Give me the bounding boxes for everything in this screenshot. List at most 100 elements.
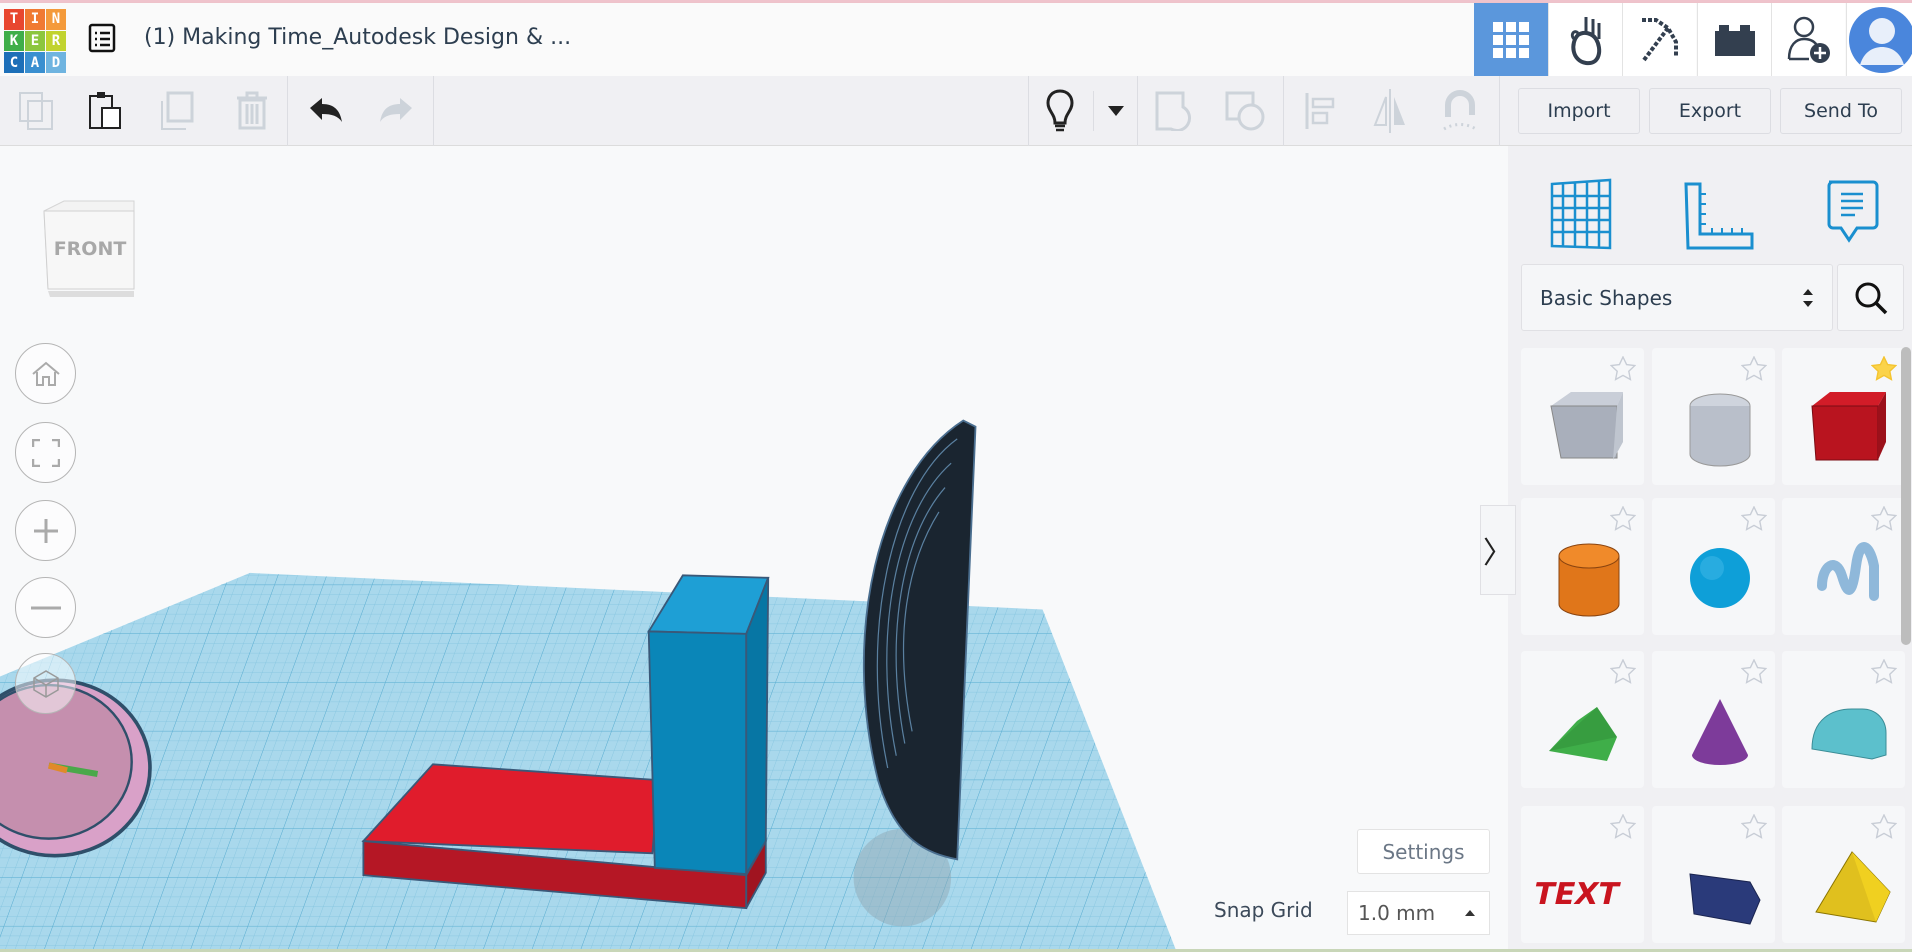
shape-card-box-hole[interactable] bbox=[1521, 348, 1644, 485]
polygon-shape-icon bbox=[1689, 873, 1761, 925]
paste-button[interactable] bbox=[76, 76, 136, 146]
nav-lego[interactable] bbox=[1697, 3, 1771, 76]
grid-icon bbox=[1493, 21, 1529, 58]
fit-view-button[interactable] bbox=[15, 422, 76, 483]
divider bbox=[287, 76, 288, 146]
ruler-button[interactable] bbox=[1676, 170, 1756, 250]
import-button[interactable]: Import bbox=[1518, 88, 1640, 134]
logo-letter: C bbox=[4, 52, 24, 73]
scribble-shape-icon bbox=[1817, 542, 1879, 601]
design-list-icon[interactable] bbox=[88, 23, 116, 53]
settings-button[interactable]: Settings bbox=[1357, 829, 1490, 874]
cylinder-shape-icon bbox=[1558, 543, 1620, 617]
fit-icon bbox=[31, 438, 60, 467]
notes-icon bbox=[1827, 180, 1879, 243]
divider bbox=[1499, 76, 1500, 146]
shape-card-roof[interactable] bbox=[1521, 651, 1644, 788]
workplane-button[interactable] bbox=[1536, 170, 1616, 250]
file-toolbar: Import Export Send To bbox=[1508, 76, 1912, 146]
cylinder-hole-shape-icon bbox=[1689, 393, 1751, 467]
cube-icon bbox=[32, 669, 59, 698]
divider bbox=[1093, 91, 1094, 131]
pickaxe-icon bbox=[1641, 17, 1678, 61]
roof-shape-icon bbox=[1549, 707, 1617, 761]
shape-card-box[interactable] bbox=[1782, 348, 1905, 485]
panel-scrollbar[interactable] bbox=[1901, 347, 1911, 645]
cone-shape-icon bbox=[1692, 699, 1748, 765]
shape-category-select[interactable]: Basic Shapes bbox=[1521, 264, 1833, 331]
snap-grid-value: 1.0 mm bbox=[1358, 901, 1436, 925]
logo-letter: D bbox=[46, 52, 66, 73]
visibility-dropdown[interactable] bbox=[1096, 76, 1136, 146]
undo-button[interactable] bbox=[296, 76, 356, 146]
round-roof-shape-icon bbox=[1811, 708, 1887, 760]
shape-card-cone[interactable] bbox=[1652, 651, 1775, 788]
mirror-icon bbox=[1373, 89, 1405, 133]
divider bbox=[1283, 76, 1284, 146]
updown-arrows-icon bbox=[1803, 288, 1813, 307]
export-button[interactable]: Export bbox=[1649, 88, 1771, 134]
minus-icon bbox=[30, 606, 61, 609]
show-all-button[interactable] bbox=[1030, 76, 1090, 146]
shape-category-value: Basic Shapes bbox=[1540, 285, 1673, 310]
perspective-button[interactable] bbox=[15, 653, 76, 714]
nav-minecraft[interactable] bbox=[1622, 3, 1696, 76]
design-title[interactable]: (1) Making Time_Autodesk Design & ... bbox=[144, 25, 571, 50]
view-cube[interactable]: FRONT bbox=[42, 193, 138, 305]
redo-icon bbox=[380, 98, 412, 122]
shape-card-text[interactable]: TEXT bbox=[1521, 806, 1644, 943]
box-hole-shape-icon bbox=[1550, 392, 1623, 460]
nav-profile[interactable] bbox=[1846, 3, 1912, 76]
collapse-panel-button[interactable]: 〉 bbox=[1480, 505, 1516, 595]
notes-button[interactable] bbox=[1813, 170, 1893, 250]
align-icon bbox=[1305, 93, 1335, 129]
home-icon bbox=[31, 361, 60, 386]
logo-letter: E bbox=[25, 30, 45, 52]
user-add-icon bbox=[1787, 16, 1830, 63]
divider bbox=[1028, 76, 1029, 146]
delete-icon bbox=[237, 91, 267, 130]
mirror-button[interactable] bbox=[1360, 76, 1420, 146]
group-icon bbox=[1155, 91, 1192, 131]
paste-icon bbox=[89, 92, 121, 129]
logo-letter: A bbox=[25, 52, 45, 73]
logo-letter: K bbox=[4, 30, 24, 52]
duplicate-icon bbox=[161, 91, 194, 130]
shape-card-pyramid[interactable] bbox=[1782, 806, 1905, 943]
home-view-button[interactable] bbox=[15, 343, 76, 404]
caret-up-icon bbox=[1465, 910, 1475, 916]
send-to-button[interactable]: Send To bbox=[1780, 88, 1902, 134]
pyramid-shape-icon bbox=[1815, 851, 1891, 923]
logo-letter: R bbox=[46, 30, 66, 52]
delete-button[interactable] bbox=[222, 76, 282, 146]
align-button[interactable] bbox=[1290, 76, 1350, 146]
duplicate-button[interactable] bbox=[146, 76, 206, 146]
shape-card-cylinder-hole[interactable] bbox=[1652, 348, 1775, 485]
zoom-out-button[interactable] bbox=[15, 577, 76, 638]
nav-circuits[interactable] bbox=[1548, 3, 1622, 76]
divider bbox=[1137, 76, 1138, 146]
cruise-button[interactable] bbox=[1430, 76, 1490, 146]
nav-invite-user[interactable] bbox=[1771, 3, 1845, 76]
snap-grid-select[interactable]: 1.0 mm bbox=[1347, 891, 1490, 935]
shape-card-round-roof[interactable] bbox=[1782, 651, 1905, 788]
shape-card-polygon[interactable] bbox=[1652, 806, 1775, 943]
logo-letter: T bbox=[4, 9, 24, 30]
shapes-panel: Basic Shapes TEXT bbox=[1508, 146, 1912, 952]
shape-card-scribble[interactable] bbox=[1782, 498, 1905, 635]
group-button[interactable] bbox=[1145, 76, 1205, 146]
tinkercad-logo[interactable]: T I N K E R C A D bbox=[4, 9, 68, 73]
caret-down-icon bbox=[1108, 106, 1124, 116]
workplane-icon bbox=[1550, 178, 1612, 250]
sphere-shape-icon bbox=[1690, 548, 1750, 608]
shape-card-sphere[interactable] bbox=[1652, 498, 1775, 635]
copy-button[interactable] bbox=[6, 76, 66, 146]
zoom-in-button[interactable] bbox=[15, 500, 76, 561]
redo-button[interactable] bbox=[366, 76, 426, 146]
nav-3d-design[interactable] bbox=[1474, 3, 1548, 76]
shape-card-cylinder[interactable] bbox=[1521, 498, 1644, 635]
search-shapes-button[interactable] bbox=[1837, 264, 1904, 331]
ungroup-button[interactable] bbox=[1215, 76, 1275, 146]
chevron-right-icon: 〉 bbox=[1483, 536, 1513, 571]
magnet-icon bbox=[1443, 90, 1477, 131]
